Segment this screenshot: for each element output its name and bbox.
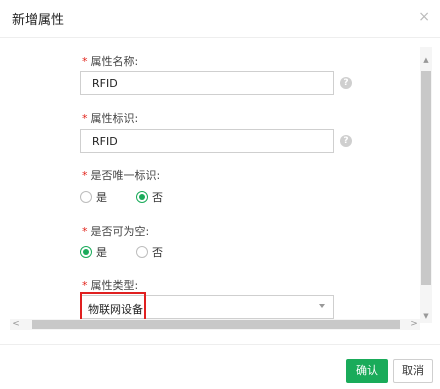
scroll-thumb[interactable] xyxy=(32,320,400,329)
radio-circle xyxy=(136,191,148,203)
cancel-button[interactable]: 取消 xyxy=(393,359,433,383)
required-mark: * xyxy=(82,279,88,292)
add-attribute-dialog: 新增属性 × * 属性名称: RFID ? * 属性标识: RFID ? * 是否唯一… xyxy=(0,0,440,389)
radio-label: 否 xyxy=(152,246,163,259)
attr-id-input[interactable]: RFID xyxy=(80,129,334,153)
required-mark: * xyxy=(82,169,88,182)
attr-id-label-text: 属性标识: xyxy=(90,112,139,125)
dialog-title: 新增属性 xyxy=(12,13,65,28)
attribute-form: * 属性名称: RFID ? * 属性标识: RFID ? * 是否唯一标识: 是 xyxy=(0,39,420,322)
radio-circle xyxy=(80,246,92,258)
help-icon[interactable]: ? xyxy=(340,135,352,147)
nullable-label-text: 是否可为空: xyxy=(90,225,150,238)
required-mark: * xyxy=(82,55,88,68)
unique-radio-yes[interactable]: 是 xyxy=(80,189,107,205)
radio-label: 是 xyxy=(96,246,107,259)
unique-radio-no[interactable]: 否 xyxy=(136,189,163,205)
dialog-footer: 确认 取消 xyxy=(0,344,440,389)
radio-circle xyxy=(136,246,148,258)
scroll-down-icon[interactable]: ▼ xyxy=(420,309,432,323)
dialog-header: 新增属性 × xyxy=(0,0,440,38)
nullable-radio-no[interactable]: 否 xyxy=(136,244,163,260)
nullable-label: * 是否可为空: xyxy=(82,223,149,239)
unique-label-text: 是否唯一标识: xyxy=(90,169,161,182)
close-icon[interactable]: × xyxy=(418,9,430,25)
attr-id-label: * 属性标识: xyxy=(82,110,138,126)
attr-type-label-text: 属性类型: xyxy=(90,279,139,292)
dropdown-arrow-icon xyxy=(319,304,325,308)
scroll-thumb[interactable] xyxy=(421,71,431,285)
confirm-button[interactable]: 确认 xyxy=(346,359,388,383)
scroll-left-icon[interactable]: < xyxy=(10,319,22,330)
scroll-up-icon[interactable]: ▲ xyxy=(420,53,432,67)
attr-type-label: * 属性类型: xyxy=(82,277,138,293)
horizontal-scrollbar[interactable]: < > xyxy=(10,319,420,330)
help-icon[interactable]: ? xyxy=(340,77,352,89)
unique-label: * 是否唯一标识: xyxy=(82,167,160,183)
attr-name-label: * 属性名称: xyxy=(82,53,138,69)
vertical-scrollbar[interactable]: ▲ ▼ xyxy=(420,47,432,323)
radio-label: 是 xyxy=(96,191,107,204)
radio-circle xyxy=(80,191,92,203)
dialog-body: * 属性名称: RFID ? * 属性标识: RFID ? * 是否唯一标识: 是 xyxy=(0,39,440,331)
required-mark: * xyxy=(82,225,88,238)
nullable-radio-yes[interactable]: 是 xyxy=(80,244,107,260)
attr-name-label-text: 属性名称: xyxy=(90,55,139,68)
scroll-right-icon[interactable]: > xyxy=(408,319,420,330)
highlight-box xyxy=(80,292,146,322)
radio-label: 否 xyxy=(152,191,163,204)
required-mark: * xyxy=(82,112,88,125)
attr-name-input[interactable]: RFID xyxy=(80,71,334,95)
